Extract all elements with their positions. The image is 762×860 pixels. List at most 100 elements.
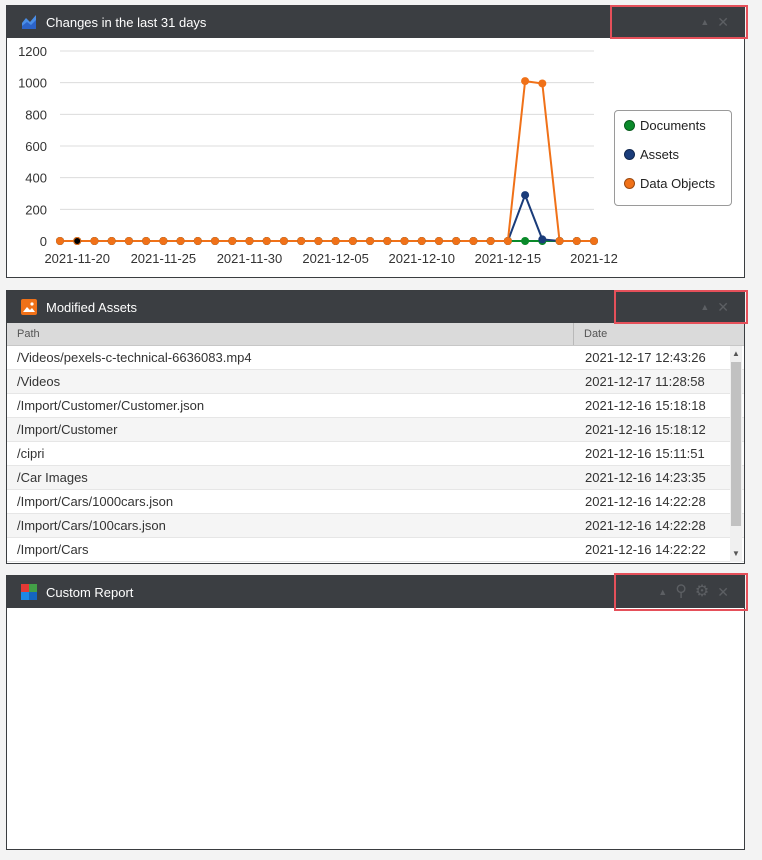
collapse-icon[interactable]: ▲ — [700, 15, 709, 29]
x-tick-label: 2021-12-15 — [475, 251, 542, 266]
panel-tools: ▲ ✕ — [613, 6, 743, 38]
close-icon[interactable]: ✕ — [717, 300, 729, 314]
data-point — [486, 237, 495, 245]
table-row[interactable]: /Car Images 2021-12-16 14:23:35 — [7, 466, 744, 490]
report-icon — [21, 584, 37, 600]
gear-icon[interactable]: ⚙ — [695, 584, 709, 600]
x-tick-label: 2021-12-05 — [302, 251, 369, 266]
chart-legend: Documents Assets Data Objects — [614, 110, 732, 206]
cell-path: /Videos — [17, 374, 61, 389]
search-icon[interactable]: ⚲ — [675, 584, 687, 600]
data-point — [590, 237, 598, 245]
collapse-icon[interactable]: ▲ — [700, 300, 709, 314]
data-point — [383, 237, 392, 245]
cell-path: /Import/Cars/100cars.json — [17, 518, 166, 533]
table-row[interactable]: /Import/Customer 2021-12-16 15:18:12 — [7, 418, 744, 442]
image-icon — [21, 299, 37, 315]
data-point — [159, 237, 168, 245]
legend-label: Assets — [640, 147, 680, 162]
data-point — [279, 237, 288, 245]
legend-swatch — [624, 149, 635, 160]
data-point — [56, 237, 64, 245]
modified-assets-panel: Modified Assets ▲ ✕ Path Date /Videos/pe… — [6, 290, 745, 564]
data-point — [297, 237, 306, 245]
data-point — [434, 237, 443, 245]
column-header-date[interactable]: Date — [574, 323, 607, 345]
scroll-up-icon[interactable]: ▲ — [730, 348, 742, 360]
data-point — [211, 237, 220, 245]
y-tick-label: 1000 — [18, 76, 47, 91]
x-tick-label: 2021-12 — [570, 251, 618, 266]
data-point — [142, 237, 151, 245]
table-row[interactable]: /Import/Customer/Customer.json 2021-12-16… — [7, 394, 744, 418]
vertical-scrollbar[interactable]: ▲ ▼ — [730, 346, 742, 562]
data-point — [538, 235, 547, 244]
series-line-assets — [60, 192, 594, 242]
cell-date: 2021-12-16 14:22:28 — [585, 518, 706, 533]
table-row[interactable]: /Videos/pexels-c-technical-6636083.mp4 20… — [7, 346, 744, 370]
cell-date: 2021-12-17 11:28:58 — [585, 374, 705, 389]
table-row[interactable]: /Import/Cars/100cars.json 2021-12-16 14:2… — [7, 514, 744, 538]
data-point — [538, 79, 547, 88]
report-content — [7, 608, 744, 849]
panel-title: Modified Assets — [46, 299, 138, 315]
cell-path: /cipri — [17, 446, 45, 461]
scroll-thumb[interactable] — [731, 362, 741, 526]
table-row[interactable]: /cipri 2021-12-16 15:11:51 — [7, 442, 744, 466]
data-point — [503, 237, 512, 245]
data-point — [366, 237, 375, 245]
data-point — [90, 237, 99, 245]
legend-swatch — [624, 120, 635, 131]
y-tick-label: 600 — [25, 139, 47, 154]
x-tick-label: 2021-12-10 — [388, 251, 455, 266]
close-icon[interactable]: ✕ — [717, 585, 729, 599]
table-row[interactable]: /Import/Cars 2021-12-16 14:22:22 — [7, 538, 744, 562]
cell-path: /Import/Customer/Customer.json — [17, 398, 205, 413]
data-point — [469, 237, 478, 245]
data-point — [245, 237, 254, 245]
area-chart-icon — [22, 15, 36, 29]
legend-swatch — [624, 178, 635, 189]
cell-date: 2021-12-16 14:23:35 — [585, 470, 706, 485]
data-point — [331, 237, 340, 245]
data-point — [572, 237, 581, 245]
data-point — [452, 237, 461, 245]
report-panel-header: Custom Report ▲ ⚲ ⚙ ✕ — [7, 576, 744, 608]
custom-report-panel: Custom Report ▲ ⚲ ⚙ ✕ — [6, 575, 745, 850]
panel-title: Changes in the last 31 days — [46, 14, 207, 30]
panel-title: Custom Report — [46, 584, 134, 600]
table-row[interactable]: /Import/Cars/1000cars.json 2021-12-16 14:… — [7, 490, 744, 514]
cell-date: 2021-12-16 15:18:12 — [585, 422, 706, 437]
cell-date: 2021-12-16 15:18:18 — [585, 398, 706, 413]
cell-date: 2021-12-16 14:22:28 — [585, 494, 706, 509]
legend-item-data-objects[interactable]: Data Objects — [615, 169, 731, 198]
cell-path: /Car Images — [17, 470, 88, 485]
data-point — [228, 237, 237, 245]
cell-path: /Import/Cars — [17, 542, 89, 557]
scroll-down-icon[interactable]: ▼ — [730, 548, 742, 560]
data-point — [193, 237, 202, 245]
collapse-icon[interactable]: ▲ — [658, 585, 667, 599]
y-tick-label: 200 — [25, 202, 47, 217]
y-tick-label: 1200 — [18, 44, 47, 59]
data-point — [400, 237, 409, 245]
column-header-path[interactable]: Path — [7, 323, 574, 345]
data-point — [124, 237, 133, 245]
x-tick-label: 2021-11-25 — [131, 251, 197, 266]
legend-item-assets[interactable]: Assets — [615, 140, 731, 169]
data-point — [74, 238, 81, 244]
x-tick-label: 2021-11-30 — [217, 251, 283, 266]
close-icon[interactable]: ✕ — [717, 15, 729, 29]
assets-grid-body: /Videos/pexels-c-technical-6636083.mp4 20… — [7, 346, 744, 562]
series-line-data-objects — [60, 79, 594, 242]
legend-item-documents[interactable]: Documents — [615, 111, 731, 140]
cell-path: /Import/Customer — [17, 422, 118, 437]
data-point — [555, 237, 564, 245]
changes-panel-header: Changes in the last 31 days ▲ ✕ — [7, 6, 744, 38]
table-row[interactable]: /Videos 2021-12-17 11:28:58 — [7, 370, 744, 394]
assets-rows: /Videos/pexels-c-technical-6636083.mp4 20… — [7, 346, 744, 562]
cell-date: 2021-12-16 14:22:22 — [585, 542, 706, 557]
data-point — [521, 191, 530, 200]
data-point — [521, 237, 530, 245]
y-tick-label: 400 — [25, 171, 47, 186]
